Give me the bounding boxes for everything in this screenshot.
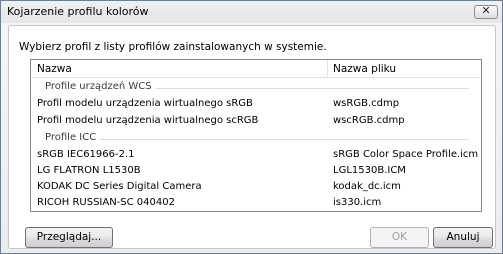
profile-file: wsRGB.cdmp bbox=[333, 98, 400, 109]
profile-file: sRGB Color Space Profile.icm bbox=[333, 149, 479, 160]
profile-file: is330.icm bbox=[333, 197, 382, 208]
instruction-text: Wybierz profil z listy profilów zainstal… bbox=[19, 41, 327, 53]
close-button[interactable]: ✕ bbox=[474, 4, 498, 19]
list-item[interactable]: Profil modelu urządzenia wirtualnego scR… bbox=[31, 113, 481, 130]
list-item[interactable]: Profil modelu urządzenia wirtualnego sRG… bbox=[31, 96, 481, 113]
profile-file: wscRGB.cdmp bbox=[333, 115, 405, 126]
profile-file: kodak_dc.icm bbox=[333, 181, 401, 192]
window-title: Kojarzenie profilu kolorów bbox=[7, 5, 149, 18]
ok-button[interactable]: OK bbox=[370, 227, 429, 248]
profile-name: Profil modelu urządzenia wirtualnego sRG… bbox=[37, 98, 253, 109]
browse-button[interactable]: Przeglądaj... bbox=[25, 227, 113, 248]
close-icon: ✕ bbox=[481, 4, 491, 17]
list-item[interactable]: KODAK DC Series Digital Camera kodak_dc.… bbox=[31, 179, 481, 196]
group-label: Profile urządzeń WCS bbox=[45, 81, 156, 92]
list-header: Nazwa Nazwa pliku bbox=[31, 60, 481, 78]
column-divider[interactable] bbox=[327, 60, 328, 77]
group-header-wcs: Profile urządzeń WCS bbox=[31, 80, 481, 94]
profile-name: Profil modelu urządzenia wirtualnego scR… bbox=[37, 115, 259, 126]
column-header-name[interactable]: Nazwa bbox=[37, 63, 72, 75]
list-item[interactable]: RICOH RUSSIAN-SC 040402 is330.icm bbox=[31, 195, 481, 212]
profile-name: sRGB IEC61966-2.1 bbox=[37, 149, 135, 160]
color-profile-dialog: Kojarzenie profilu kolorów ✕ Wybierz pro… bbox=[0, 0, 503, 254]
profile-name: RICOH RUSSIAN-SC 040402 bbox=[37, 197, 175, 208]
profile-list[interactable]: Nazwa Nazwa pliku Profile urządzeń WCS P… bbox=[30, 59, 482, 212]
list-item[interactable]: sRGB IEC61966-2.1 sRGB Color Space Profi… bbox=[31, 147, 481, 164]
column-header-filename[interactable]: Nazwa pliku bbox=[333, 63, 396, 75]
group-label: Profile ICC bbox=[45, 132, 101, 143]
profile-file: LGL1530B.ICM bbox=[333, 165, 406, 176]
cancel-button[interactable]: Anuluj bbox=[433, 227, 493, 248]
profile-name: LG FLATRON L1530B bbox=[37, 165, 141, 176]
group-header-icc: Profile ICC bbox=[31, 131, 481, 145]
group-divider bbox=[45, 139, 469, 140]
list-item[interactable]: LG FLATRON L1530B LGL1530B.ICM bbox=[31, 163, 481, 180]
profile-name: KODAK DC Series Digital Camera bbox=[37, 181, 202, 192]
title-bar: Kojarzenie profilu kolorów ✕ bbox=[1, 1, 502, 23]
